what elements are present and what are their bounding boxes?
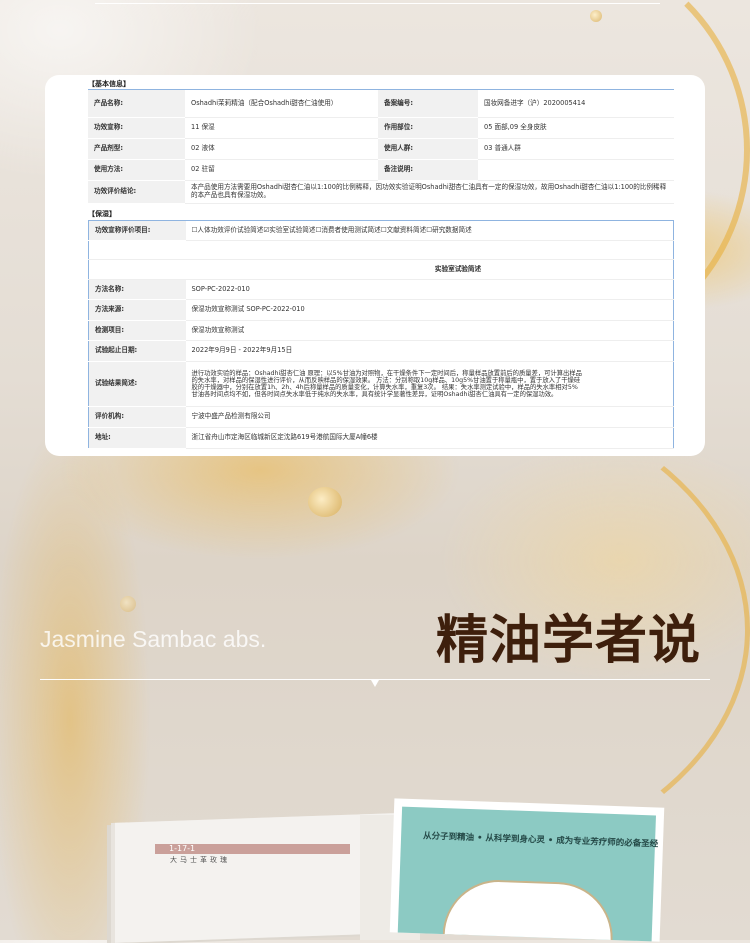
banner-subtitle: Jasmine Sambac abs.: [40, 626, 267, 652]
label: 地址:: [88, 427, 186, 449]
checkbox-label: 研究数据简述: [432, 225, 472, 234]
label: 方法来源:: [88, 299, 186, 321]
evaluation-checkboxes: ☐人体功效评价试验简述☑实验室试验简述☐消费者使用测试简述☐文献资料简述☐研究数…: [185, 220, 674, 241]
value: 11 保湿: [185, 117, 378, 139]
lab-summary-heading: 实验室试验简述: [88, 259, 674, 280]
cover-tagline: 从分子到精油 • 从科学到身心灵 • 成为专业芳疗师的必备圣经: [422, 831, 659, 850]
value: 保湿功效宣称测试 SOP-PC-2022-010: [185, 299, 674, 321]
value: 宁波中盛产品检测有限公司: [185, 406, 674, 428]
table-row: 方法名称: SOP-PC-2022-010: [88, 279, 674, 300]
value: 浙江省舟山市定海区临城新区定沈路619号港航国际大厦A幢6楼: [185, 427, 674, 449]
oil-drop: [120, 596, 136, 612]
table-row: 试验结果简述: 进行功效实验的样品：Oshadhi甜杏仁油 原理：以5%甘油为对照…: [88, 361, 674, 407]
checkbox-label: 实验室试验简述: [269, 225, 316, 234]
conclusion-text: 本产品使用方法需要用Oshadhi甜杏仁油以1:100的比例稀释，因功效实验证明…: [185, 180, 674, 204]
moisture-table: 功效宣称评价项目: ☐人体功效评价试验简述☑实验室试验简述☐消费者使用测试简述☐…: [88, 220, 674, 449]
table-row: 方法来源: 保湿功效宣称测试 SOP-PC-2022-010: [88, 299, 674, 321]
moisture-heading: 【保湿】: [88, 210, 116, 218]
value: 进行功效实验的样品：Oshadhi甜杏仁油 原理：以5%甘油为对照物，在干燥条件…: [185, 361, 674, 407]
value: 02 液体: [185, 138, 378, 160]
oil-drop: [590, 10, 602, 22]
table-row: 功效宣称评价项目: ☐人体功效评价试验简述☑实验室试验简述☐消费者使用测试简述☐…: [88, 220, 674, 241]
label: 检测项目:: [88, 320, 186, 341]
value: SOP-PC-2022-010: [185, 279, 674, 300]
label: 备注说明:: [378, 159, 478, 181]
book-cover-image: 从分子到精油 • 从科学到身心灵 • 成为专业芳疗师的必备圣经: [389, 798, 665, 942]
cover-art: 从分子到精油 • 从科学到身心灵 • 成为专业芳疗师的必备圣经: [397, 806, 659, 942]
label: 产品剂型:: [88, 138, 185, 160]
label: 试验结果简述:: [88, 361, 186, 407]
label: 功效评价结论:: [88, 180, 185, 204]
table-row: 试验起止日期: 2022年9月9日 - 2022年9月15日: [88, 340, 674, 362]
table-row: 评价机构: 宁波中盛产品检测有限公司: [88, 406, 674, 428]
value: 03 普通人群: [478, 138, 674, 160]
basic-info-table: 产品名称: Oshadhi茉莉精油（配合Oshadhi甜杏仁油使用） 备案编号: 国妆…: [88, 89, 674, 204]
book-heading: 大马士革玫瑰: [170, 856, 230, 864]
label: 产品名称:: [88, 89, 185, 118]
cover-emblem: [442, 878, 615, 941]
value: [478, 159, 674, 181]
value: 05 面部,09 全身皮肤: [478, 117, 674, 139]
value: Oshadhi茉莉精油（配合Oshadhi甜杏仁油使用）: [185, 89, 378, 118]
banner-title: 精油学者说: [436, 611, 702, 671]
checkbox-label: 文献资料简述: [386, 225, 427, 234]
label: 评价机构:: [88, 406, 186, 428]
value: 2022年9月9日 - 2022年9月15日: [185, 340, 674, 362]
table-row: 检测项目: 保湿功效宣称测试: [88, 320, 674, 341]
label: 作用部位:: [378, 117, 478, 139]
oil-drop: [308, 487, 342, 517]
table-row: 地址: 浙江省舟山市定海区临城新区定沈路619号港航国际大厦A幢6楼: [88, 427, 674, 449]
value: 02 驻留: [185, 159, 378, 181]
table-row: 产品名称: Oshadhi茉莉精油（配合Oshadhi甜杏仁油使用） 备案编号: 国妆…: [88, 89, 674, 118]
checkbox-label: 消费者使用测试简述: [321, 225, 381, 234]
basic-info-heading: 【基本信息】: [88, 80, 130, 88]
table-row: 使用方法: 02 驻留 备注说明:: [88, 159, 674, 181]
book-page-code: 1-17-1: [155, 844, 350, 854]
label: 备案编号:: [378, 89, 478, 118]
label: 方法名称:: [88, 279, 186, 300]
checkbox-label: 人体功效评价试验简述: [197, 225, 264, 234]
table-row: 产品剂型: 02 液体 使用人群: 03 普通人群: [88, 138, 674, 160]
table-row: 功效评价结论: 本产品使用方法需要用Oshadhi甜杏仁油以1:100的比例稀释，…: [88, 180, 674, 204]
triangle-down-icon: [371, 680, 379, 687]
value: 国妆网备进字（沪）2020005414: [478, 89, 674, 118]
label: 功效宣称:: [88, 117, 185, 139]
label: 使用人群:: [378, 138, 478, 160]
label: 功效宣称评价项目:: [88, 220, 186, 241]
table-row: 功效宣称: 11 保湿 作用部位: 05 面部,09 全身皮肤: [88, 117, 674, 139]
table-row: [88, 240, 674, 260]
open-book-image: [115, 813, 395, 943]
label: 试验起止日期:: [88, 340, 186, 362]
table-row: 实验室试验简述: [88, 259, 674, 280]
label: 使用方法:: [88, 159, 185, 181]
value: 保湿功效宣称测试: [185, 320, 674, 341]
